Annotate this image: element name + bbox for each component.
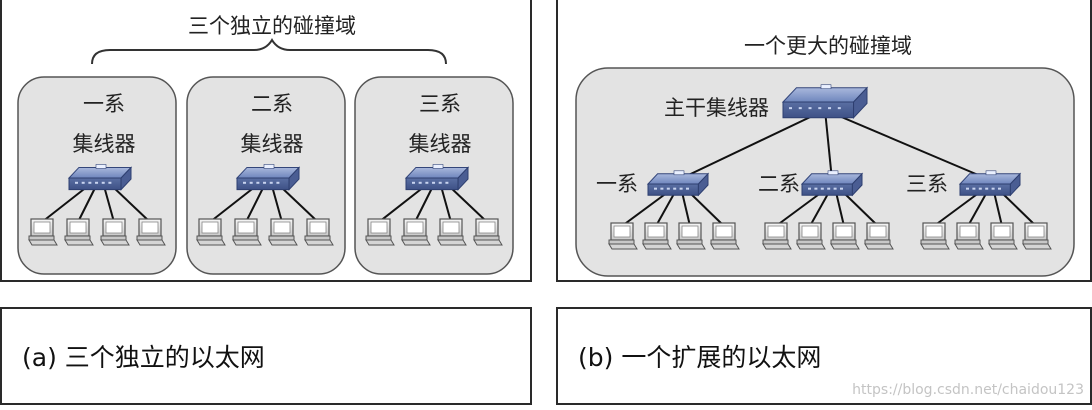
pc-icon-b1-1	[608, 222, 638, 250]
pc-icon-b1-2	[642, 222, 672, 250]
domain-brace	[91, 38, 447, 65]
hub-icon-a2	[235, 164, 301, 191]
watermark: https://blog.csdn.net/chaidou123	[852, 382, 1084, 398]
pc-icon-a3-1	[365, 218, 395, 246]
pc-icon-b3-1	[920, 222, 950, 250]
group-3-dept-label: 三系	[419, 92, 461, 116]
pc-icon-a1-4	[136, 218, 166, 246]
dept-1-label: 一系	[596, 172, 638, 196]
pc-icon-b1-4	[710, 222, 740, 250]
hub-icon-a3	[404, 164, 470, 191]
hub-icon-b1	[646, 170, 710, 197]
pc-icon-a2-2	[232, 218, 262, 246]
pc-icon-b3-4	[1022, 222, 1052, 250]
pc-icon-a1-1	[28, 218, 58, 246]
group-1-hub-label: 集线器	[72, 132, 136, 156]
dept-2-label: 二系	[758, 172, 800, 196]
group-2-hub-label: 集线器	[240, 132, 304, 156]
group-3-hub-label: 集线器	[408, 132, 472, 156]
hub-icon-a1	[67, 164, 133, 191]
pc-icon-a3-2	[401, 218, 431, 246]
pc-icon-a1-2	[64, 218, 94, 246]
caption-a: (a) 三个独立的以太网	[0, 307, 532, 405]
pc-icon-a3-3	[437, 218, 467, 246]
pc-icon-b2-3	[830, 222, 860, 250]
pc-icon-a2-3	[268, 218, 298, 246]
group-1-dept-label: 一系	[83, 92, 125, 116]
pc-icon-b1-3	[676, 222, 706, 250]
backbone-hub-label: 主干集线器	[664, 96, 769, 120]
pc-icon-b3-2	[954, 222, 984, 250]
pc-icon-b2-4	[864, 222, 894, 250]
pc-icon-b2-1	[762, 222, 792, 250]
pc-icon-b2-2	[796, 222, 826, 250]
panel-a-title: 三个独立的碰撞域	[188, 14, 356, 38]
pc-icon-b3-3	[988, 222, 1018, 250]
pc-icon-a2-4	[304, 218, 334, 246]
backbone-hub-icon	[781, 84, 869, 119]
group-2-dept-label: 二系	[251, 92, 293, 116]
hub-icon-b2	[800, 170, 864, 197]
panel-b-title: 一个更大的碰撞域	[744, 34, 912, 58]
pc-icon-a2-1	[196, 218, 226, 246]
network-diagram	[17, 38, 1075, 277]
pc-icon-a1-3	[100, 218, 130, 246]
dept-3-label: 三系	[906, 172, 948, 196]
pc-icon-a3-4	[473, 218, 503, 246]
hub-icon-b3	[958, 170, 1022, 197]
